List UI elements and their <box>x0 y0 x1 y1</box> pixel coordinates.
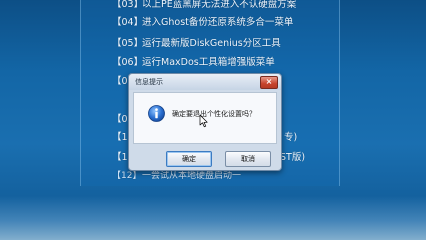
cancel-button[interactable]: 取消 <box>225 151 271 167</box>
menu-item-number: 【04】 <box>112 17 144 28</box>
menu-item-tail: 专) <box>284 132 298 143</box>
menu-item-06[interactable]: 【06】运行MaxDos工具箱增强版菜单 <box>112 56 275 70</box>
close-icon: × <box>265 77 273 86</box>
menu-item-label: 一尝试从本地硬盘启动一 <box>142 171 242 181</box>
menu-item-number: 【12】 <box>112 171 142 181</box>
dialog-title: 信息提示 <box>135 78 163 86</box>
menu-item-number: 【06】 <box>112 57 144 68</box>
menu-item-04[interactable]: 【04】进入Ghost备份还原系统多合一菜单 <box>112 16 293 30</box>
bottom-glow <box>0 196 426 240</box>
menu-item-11-tail: ST版) <box>280 151 305 165</box>
menu-item-number: 【03】 <box>112 0 144 10</box>
dialog-titlebar[interactable]: 信息提示 × <box>129 74 281 90</box>
info-icon <box>148 105 165 122</box>
menu-item-03[interactable]: 【03】以上PE蓝黑屏无法进入不认硬盘方案 <box>112 0 296 12</box>
menu-item-05[interactable]: 【05】运行最新版DiskGenius分区工具 <box>112 37 281 51</box>
menu-item-tail: ST版) <box>280 152 306 163</box>
mouse-cursor-icon <box>199 114 208 128</box>
menu-item-10-tail: 专) <box>284 131 297 145</box>
menu-item-label: 运行MaxDos工具箱增强版菜单 <box>142 57 275 68</box>
close-button[interactable]: × <box>260 76 278 89</box>
menu-item-12[interactable]: 【12】一尝试从本地硬盘启动一 <box>112 169 241 183</box>
menu-item-label: 进入Ghost备份还原系统多合一菜单 <box>142 17 294 28</box>
dialog-message: 确定要退出个性化设置吗？ <box>172 110 256 118</box>
menu-item-label: 以上PE蓝黑屏无法进入不认硬盘方案 <box>142 0 297 10</box>
menu-item-label: 运行最新版DiskGenius分区工具 <box>142 38 281 49</box>
ok-button[interactable]: 确定 <box>166 151 212 167</box>
menu-item-number: 【05】 <box>112 38 144 49</box>
